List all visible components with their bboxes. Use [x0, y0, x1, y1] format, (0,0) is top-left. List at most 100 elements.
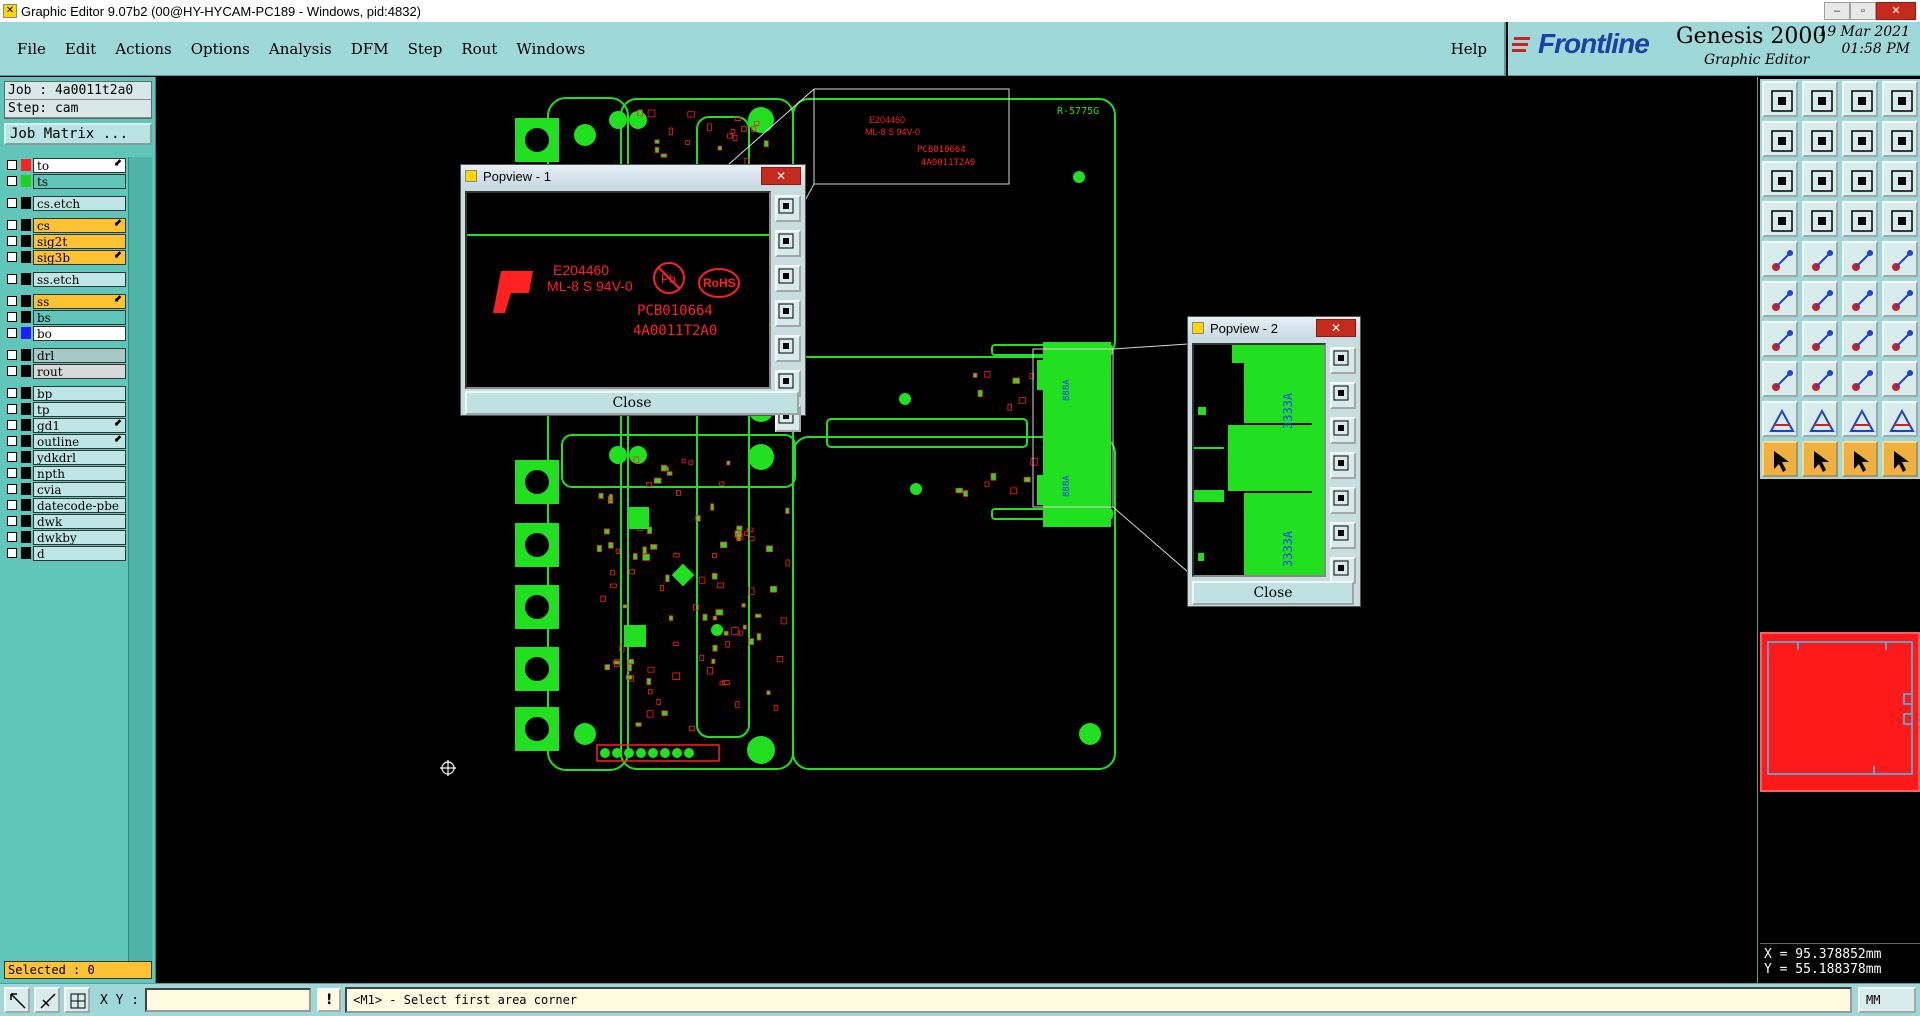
graphic-canvas[interactable]: R-5775G E204460 ML-8 S 94V-0 PCB010664 4…	[157, 77, 1757, 983]
minus-icon[interactable]	[1802, 361, 1838, 397]
layer-name[interactable]: to	[33, 157, 126, 173]
grid-icon[interactable]	[64, 987, 90, 1013]
layer-name[interactable]: npth	[33, 465, 126, 481]
layer-name[interactable]: dwkby	[33, 529, 126, 545]
layer-name[interactable]: bp	[33, 385, 126, 401]
menu-dfm[interactable]: DFM	[349, 38, 391, 60]
layer-checkbox[interactable]	[7, 452, 17, 462]
layer-name[interactable]: gd1	[33, 417, 126, 433]
layer-row-bs[interactable]: bs	[4, 309, 126, 325]
menu-rout[interactable]: Rout	[459, 38, 499, 60]
snap-icon[interactable]	[1762, 201, 1798, 237]
zoom-in-icon[interactable]	[775, 195, 801, 222]
layer-name[interactable]: tp	[33, 401, 126, 417]
menu-step[interactable]: Step	[406, 38, 445, 60]
maximize-button[interactable]: ▫	[1850, 2, 1876, 20]
zoom-home-icon[interactable]	[1330, 557, 1356, 584]
layer-name[interactable]: ydkdrl	[33, 449, 126, 465]
layer-name[interactable]: ss	[33, 293, 126, 309]
popview-1-viewport[interactable]: E204460 ML-8 S 94V-0 Pb RoHS PCB010664 4…	[465, 191, 771, 389]
layer-checkbox[interactable]	[7, 220, 17, 230]
layer-checkbox[interactable]	[7, 252, 17, 262]
pan-right-icon[interactable]	[775, 335, 801, 362]
pad-add-icon[interactable]	[1762, 241, 1798, 277]
line-add-icon[interactable]	[1802, 241, 1838, 277]
layer-checkbox[interactable]	[7, 198, 17, 208]
pan-right-icon[interactable]	[1330, 487, 1356, 514]
menu-options[interactable]: Options	[189, 38, 252, 60]
pan-left-icon[interactable]	[1762, 121, 1798, 157]
select-net-icon[interactable]	[1882, 441, 1918, 477]
layer-row-datecode-pbe[interactable]: datecode-pbe	[4, 497, 126, 513]
triangle-3-icon[interactable]	[1842, 401, 1878, 437]
triangle-icon[interactable]	[1762, 401, 1798, 437]
menu-file[interactable]: File	[15, 38, 48, 60]
layer-name[interactable]: bs	[33, 309, 126, 325]
fit-profile-icon[interactable]	[1802, 161, 1838, 197]
layer-checkbox[interactable]	[7, 468, 17, 478]
layer-checkbox[interactable]	[7, 366, 17, 376]
close-button[interactable]: ✕	[1876, 2, 1916, 20]
line-red-icon[interactable]	[1762, 321, 1798, 357]
snap-icon[interactable]	[4, 987, 30, 1013]
select-3-icon[interactable]	[1842, 441, 1878, 477]
menu-edit[interactable]: Edit	[63, 38, 98, 60]
layer-row-cvia[interactable]: cvia	[4, 481, 126, 497]
save-view-icon[interactable]	[1802, 81, 1838, 117]
scale-1-2-icon[interactable]	[1842, 161, 1878, 197]
measure-icon[interactable]	[1842, 361, 1878, 397]
measure-icon[interactable]	[34, 987, 60, 1013]
layer-toggle-2-icon[interactable]	[1882, 201, 1918, 237]
layer-checkbox[interactable]	[7, 312, 17, 322]
triangle-4-icon[interactable]	[1882, 401, 1918, 437]
layer-row-to[interactable]: to ⬋	[4, 157, 126, 173]
layer-name[interactable]: rout	[33, 363, 126, 379]
layer-checkbox[interactable]	[7, 350, 17, 360]
home-step-icon[interactable]	[1762, 81, 1798, 117]
layer-row-dwk[interactable]: dwk	[4, 513, 126, 529]
layer-checkbox[interactable]	[7, 516, 17, 526]
minimize-button[interactable]: –	[1824, 2, 1850, 20]
layer-row-rout[interactable]: rout	[4, 363, 126, 379]
menu-actions[interactable]: Actions	[113, 38, 173, 60]
layer-checkbox[interactable]	[7, 296, 17, 306]
component-icon[interactable]	[1882, 361, 1918, 397]
layer-name[interactable]: bo	[33, 325, 126, 341]
xy-input[interactable]	[145, 988, 312, 1012]
page-down-icon[interactable]	[775, 265, 801, 292]
grid-icon[interactable]	[1802, 201, 1838, 237]
layer-row-bo[interactable]: bo	[4, 325, 126, 341]
layer-row-npth[interactable]: npth	[4, 465, 126, 481]
layer-name[interactable]: d	[33, 545, 126, 561]
overview-map[interactable]	[1760, 632, 1920, 792]
resize-icon[interactable]	[1882, 281, 1918, 317]
page-down-icon[interactable]	[1330, 417, 1356, 444]
popview-1-close-x[interactable]: ✕	[761, 167, 801, 185]
layer-name[interactable]: datecode-pbe	[33, 497, 126, 513]
layer-row-drl[interactable]: drl	[4, 347, 126, 363]
layer-row-gd1[interactable]: gd1 ⬋	[4, 417, 126, 433]
page-up-icon[interactable]	[1330, 382, 1356, 409]
move-icon[interactable]	[1842, 281, 1878, 317]
layer-checkbox[interactable]	[7, 176, 17, 186]
layer-checkbox[interactable]	[7, 500, 17, 510]
layer-checkbox[interactable]	[7, 484, 17, 494]
units-selector[interactable]: MM	[1858, 987, 1916, 1013]
circle-add-icon[interactable]	[1882, 241, 1918, 277]
triangle-2-icon[interactable]	[1802, 401, 1838, 437]
layer-checkbox[interactable]	[7, 160, 17, 170]
info-icon[interactable]: !	[317, 988, 342, 1012]
layer-row-tp[interactable]: tp	[4, 401, 126, 417]
pcb-board-view[interactable]: R-5775G E204460 ML-8 S 94V-0 PCB010664 4…	[157, 77, 1757, 983]
flip-icon[interactable]	[1882, 321, 1918, 357]
layer-row-ss[interactable]: ss ⬋	[4, 293, 126, 309]
layer-name[interactable]: dwk	[33, 513, 126, 529]
layer-row-ts[interactable]: ts	[4, 173, 126, 189]
layer-name[interactable]: sig3b	[33, 249, 126, 265]
layer-row-cs.etch[interactable]: cs.etch	[4, 195, 126, 211]
menu-help[interactable]: Help	[1449, 38, 1489, 60]
layer-row-sig3b[interactable]: sig3b ⬋	[4, 249, 126, 265]
window-icon[interactable]	[1882, 81, 1918, 117]
layer-checkbox[interactable]	[7, 328, 17, 338]
job-matrix-button[interactable]: Job Matrix ...	[4, 123, 152, 145]
